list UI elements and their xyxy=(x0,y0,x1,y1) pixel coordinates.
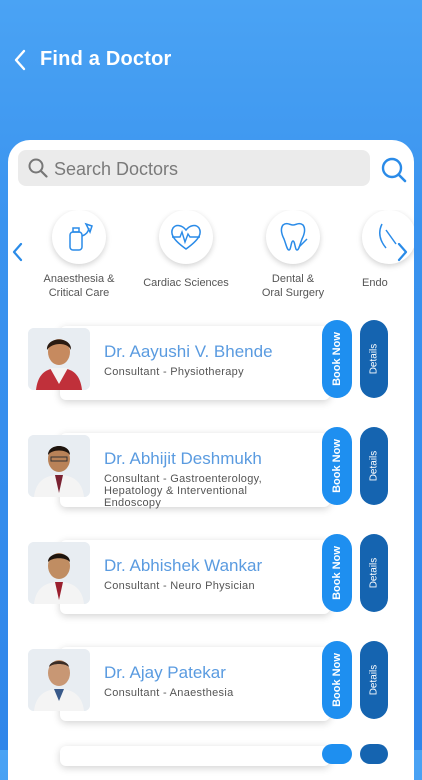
book-now-button[interactable]: Book Now xyxy=(322,641,352,719)
category-dental[interactable]: Dental & Oral Surgery xyxy=(248,210,338,300)
search-icon xyxy=(28,158,48,178)
carousel-left-arrow-icon[interactable] xyxy=(10,240,24,264)
category-label-line1: Dental & xyxy=(271,273,315,285)
doctor-card[interactable]: Dr. Abhijit Deshmukh Consultant - Gastro… xyxy=(22,427,402,511)
details-button[interactable]: Details xyxy=(360,427,388,505)
doctor-specialty: Consultant - Gastroenterology, Hepatolog… xyxy=(104,473,262,509)
page-title: Find a Doctor xyxy=(40,48,172,70)
details-button[interactable]: Details xyxy=(360,641,388,719)
doctor-specialty: Consultant - Physiotherapy xyxy=(104,366,244,378)
category-label-line1: Endo xyxy=(362,277,388,289)
book-now-button[interactable]: Book Now xyxy=(322,534,352,612)
category-label-line2: Critical Care xyxy=(48,287,110,299)
doctor-photo xyxy=(28,435,90,497)
category-label-line1: Cardiac Sciences xyxy=(143,277,229,289)
doctor-card[interactable]: Dr. Aayushi V. Bhende Consultant - Physi… xyxy=(22,320,402,404)
category-cardiac[interactable]: Cardiac Sciences xyxy=(141,210,231,290)
details-button[interactable]: Details xyxy=(360,320,388,398)
category-anaesthesia[interactable]: Anaesthesia & Critical Care xyxy=(34,210,124,300)
doctor-name[interactable]: Dr. Abhishek Wankar xyxy=(104,556,262,576)
doctor-photo xyxy=(28,542,90,604)
carousel-right-arrow-icon[interactable] xyxy=(396,240,410,264)
category-carousel: Anaesthesia & Critical Care Cardiac Scien… xyxy=(8,210,414,310)
category-label-line1: Anaesthesia & xyxy=(43,273,115,285)
doctor-name[interactable]: Dr. Ajay Patekar xyxy=(104,663,226,683)
doctor-card-partial xyxy=(22,744,402,766)
doctor-name[interactable]: Dr. Abhijit Deshmukh xyxy=(104,449,262,469)
book-now-button[interactable]: Book Now xyxy=(322,427,352,505)
doctor-specialty: Consultant - Neuro Physician xyxy=(104,580,255,592)
search-input[interactable] xyxy=(52,154,356,184)
tooth-icon xyxy=(280,222,308,251)
search-bar[interactable] xyxy=(18,150,370,186)
back-chevron-icon[interactable] xyxy=(10,47,32,73)
app-header: Find a Doctor xyxy=(0,0,422,130)
doctor-specialty: Consultant - Anaesthesia xyxy=(104,687,234,699)
heart-pulse-icon xyxy=(171,224,201,250)
book-now-button[interactable]: Book Now xyxy=(322,320,352,398)
doctor-card[interactable]: Dr. Ajay Patekar Consultant - Anaesthesi… xyxy=(22,641,402,725)
doctor-name[interactable]: Dr. Aayushi V. Bhende xyxy=(104,342,273,362)
details-button[interactable]: Details xyxy=(360,534,388,612)
doctor-photo xyxy=(28,649,90,711)
doctor-photo xyxy=(28,328,90,390)
oxygen-mask-icon xyxy=(69,222,93,251)
category-label-line2: Oral Surgery xyxy=(261,287,325,299)
content-sheet: Anaesthesia & Critical Care Cardiac Scien… xyxy=(8,140,414,780)
search-button-icon[interactable] xyxy=(380,156,408,184)
doctor-card[interactable]: Dr. Abhishek Wankar Consultant - Neuro P… xyxy=(22,534,402,618)
